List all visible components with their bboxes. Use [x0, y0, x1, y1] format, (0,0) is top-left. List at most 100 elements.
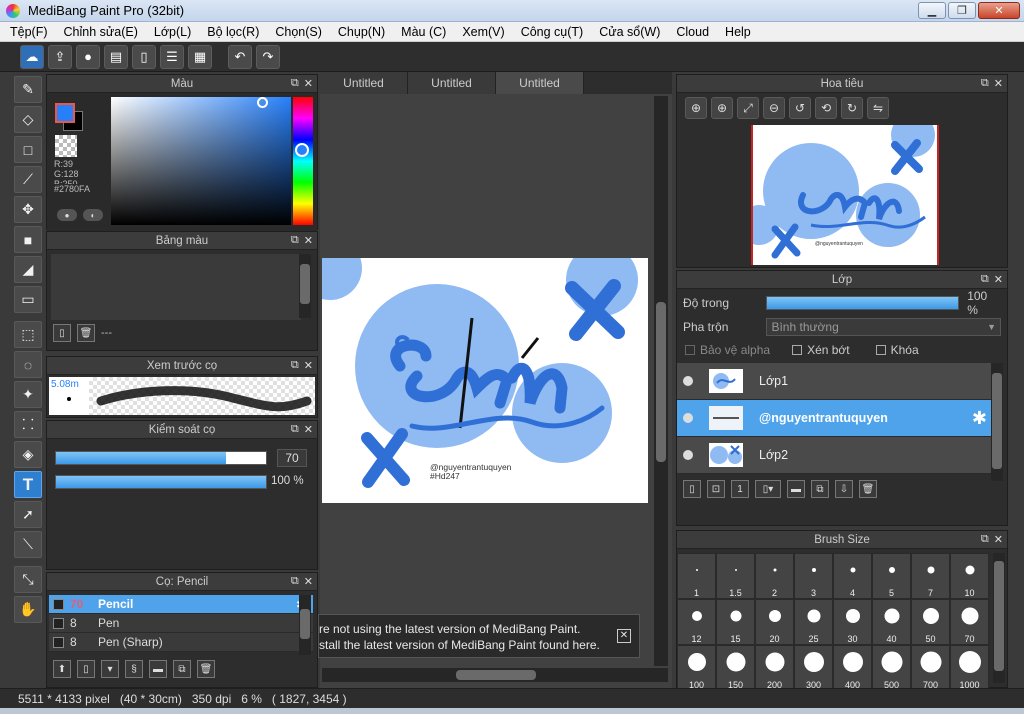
text-tool-icon[interactable]: T	[14, 471, 42, 498]
gear-icon[interactable]: ✱	[972, 408, 987, 429]
brush-size-cell[interactable]: 25	[794, 599, 833, 645]
tab-untitled-3[interactable]: Untitled	[496, 72, 584, 94]
page-icon[interactable]: ▯	[132, 44, 156, 69]
minimize-button[interactable]: ▁	[918, 2, 946, 19]
menu-cloud[interactable]: Cloud	[676, 25, 709, 39]
new-halftone-layer-button[interactable]: ⊡	[707, 480, 725, 498]
navigator-preview[interactable]: @nguyentrantuquyen	[751, 125, 939, 265]
brush-size-cell[interactable]: 500	[872, 645, 911, 691]
saturation-value-picker[interactable]	[111, 97, 291, 225]
brush-item-pen[interactable]: 8 Pen	[49, 614, 313, 633]
duplicate-layer-button[interactable]: ⧉	[811, 480, 829, 498]
dot-tool-icon[interactable]: ⟋	[14, 166, 42, 193]
brush-opacity-slider[interactable]	[55, 475, 267, 489]
brush-script-button[interactable]: §	[125, 660, 143, 678]
color-cursor[interactable]	[257, 97, 268, 108]
clipping-checkbox[interactable]: Xén bớt	[792, 343, 850, 357]
maximize-button[interactable]: ❐	[948, 2, 976, 19]
blend-mode-select[interactable]: Bình thường ▼	[766, 318, 1001, 336]
chat-icon[interactable]: ●	[76, 44, 100, 69]
brush-size-cell[interactable]: 10	[950, 553, 989, 599]
fit-icon[interactable]: ⤢	[737, 97, 759, 119]
gradient-tool-icon[interactable]: ▭	[14, 286, 42, 313]
brush-item-pencil[interactable]: 70 Pencil ✱	[49, 595, 313, 614]
popout-icon[interactable]: ⧉	[291, 575, 299, 588]
divide-tool-icon[interactable]: ⟍	[14, 531, 42, 558]
brush-size-cell[interactable]: 12	[677, 599, 716, 645]
visibility-icon[interactable]	[683, 376, 693, 386]
brush-list-scrollbar[interactable]	[299, 595, 311, 655]
brush-size-cell[interactable]: 100	[677, 645, 716, 691]
brush-size-cell[interactable]: 15	[716, 599, 755, 645]
move-tool-icon[interactable]: ✥	[14, 196, 42, 223]
menu-edit[interactable]: Chỉnh sửa(E)	[64, 25, 138, 39]
select-eraser-tool-icon[interactable]: ◈	[14, 441, 42, 468]
operation-tool-icon[interactable]: ➚	[14, 501, 42, 528]
palette-scrollbar[interactable]	[299, 254, 311, 318]
brush-size-cell[interactable]: 300	[794, 645, 833, 691]
brush-folder-button[interactable]: ▬	[149, 660, 167, 678]
undo-icon[interactable]: ↶	[228, 44, 252, 69]
menu-color[interactable]: Màu (C)	[401, 25, 446, 39]
visibility-icon[interactable]	[683, 413, 693, 423]
brush-size-cell[interactable]: 1000	[950, 645, 989, 691]
reset-rotation-icon[interactable]: ⟲	[815, 97, 837, 119]
rect-tool-icon[interactable]: □	[14, 136, 42, 163]
popout-icon[interactable]: ⧉	[291, 359, 299, 372]
brush-size-cell[interactable]: 40	[872, 599, 911, 645]
menu-help[interactable]: Help	[725, 25, 751, 39]
brush-tool-icon[interactable]: ✎	[14, 76, 42, 103]
brush-size-cell[interactable]: 150	[716, 645, 755, 691]
delete-layer-button[interactable]: 🗑	[859, 480, 877, 498]
menu-view[interactable]: Xem(V)	[462, 25, 504, 39]
hue-slider[interactable]	[293, 97, 313, 225]
palette-swatch-area[interactable]	[51, 254, 301, 320]
close-icon[interactable]: ✕	[304, 423, 313, 436]
select-pen-tool-icon[interactable]: ⸬	[14, 411, 42, 438]
menu-window[interactable]: Cửa sổ(W)	[599, 25, 660, 39]
popout-icon[interactable]: ⧉	[981, 273, 989, 286]
notice-close-icon[interactable]: ✕	[617, 629, 631, 643]
page-edit-icon[interactable]: ▦	[188, 44, 212, 69]
transparent-color-swatch[interactable]	[55, 135, 77, 157]
canvas-horizontal-scrollbar[interactable]	[322, 668, 668, 682]
brush-size-cell[interactable]: 7	[911, 553, 950, 599]
comment-icon[interactable]: ▤	[104, 44, 128, 69]
menu-tools[interactable]: Công cụ(T)	[521, 25, 584, 39]
bucket-tool-icon[interactable]: ◢	[14, 256, 42, 283]
popout-icon[interactable]: ⧉	[981, 77, 989, 90]
update-notice[interactable]: re not using the latest version of MediB…	[318, 614, 640, 658]
menu-layer[interactable]: Lớp(L)	[154, 25, 191, 39]
add-layer-menu-button[interactable]: ▯▾	[755, 480, 781, 498]
close-icon[interactable]: ✕	[304, 359, 313, 372]
new-palette-button[interactable]: ▯	[53, 324, 71, 342]
brush-size-cell[interactable]: 2	[755, 553, 794, 599]
brush-size-cell[interactable]: 20	[755, 599, 794, 645]
brush-size-cell[interactable]: 1.5	[716, 553, 755, 599]
merge-layer-button[interactable]: ⇩	[835, 480, 853, 498]
fill-rect-tool-icon[interactable]: ■	[14, 226, 42, 253]
lasso-tool-icon[interactable]: ◌	[14, 351, 42, 378]
new-brush-button[interactable]: ▯	[77, 660, 95, 678]
color-picker-button[interactable]: ◐	[83, 209, 103, 221]
brush-size-cell[interactable]: 400	[833, 645, 872, 691]
close-window-button[interactable]: ✕	[978, 2, 1020, 19]
foreground-color-swatch[interactable]	[55, 103, 75, 123]
zoom-in-icon[interactable]: ⊕	[685, 97, 707, 119]
duplicate-brush-button[interactable]: ⧉	[173, 660, 191, 678]
layer-list-scrollbar[interactable]	[991, 363, 1003, 481]
delete-palette-button[interactable]: 🗑	[77, 324, 95, 342]
page-list-icon[interactable]: ☰	[160, 44, 184, 69]
artwork-canvas[interactable]: @nguyentrantuquyen #Hd247	[322, 258, 648, 503]
magic-wand-tool-icon[interactable]: ✦	[14, 381, 42, 408]
redo-icon[interactable]: ↷	[256, 44, 280, 69]
brush-size-cell[interactable]: 30	[833, 599, 872, 645]
menu-filter[interactable]: Bộ lọc(R)	[207, 25, 259, 39]
brush-size-cell[interactable]: 70	[950, 599, 989, 645]
close-icon[interactable]: ✕	[304, 234, 313, 247]
layer-opacity-slider[interactable]	[766, 296, 960, 310]
close-icon[interactable]: ✕	[994, 77, 1003, 90]
brush-size-cell[interactable]: 4	[833, 553, 872, 599]
zoom-in-2-icon[interactable]: ⊕	[711, 97, 733, 119]
delete-brush-button[interactable]: 🗑	[197, 660, 215, 678]
